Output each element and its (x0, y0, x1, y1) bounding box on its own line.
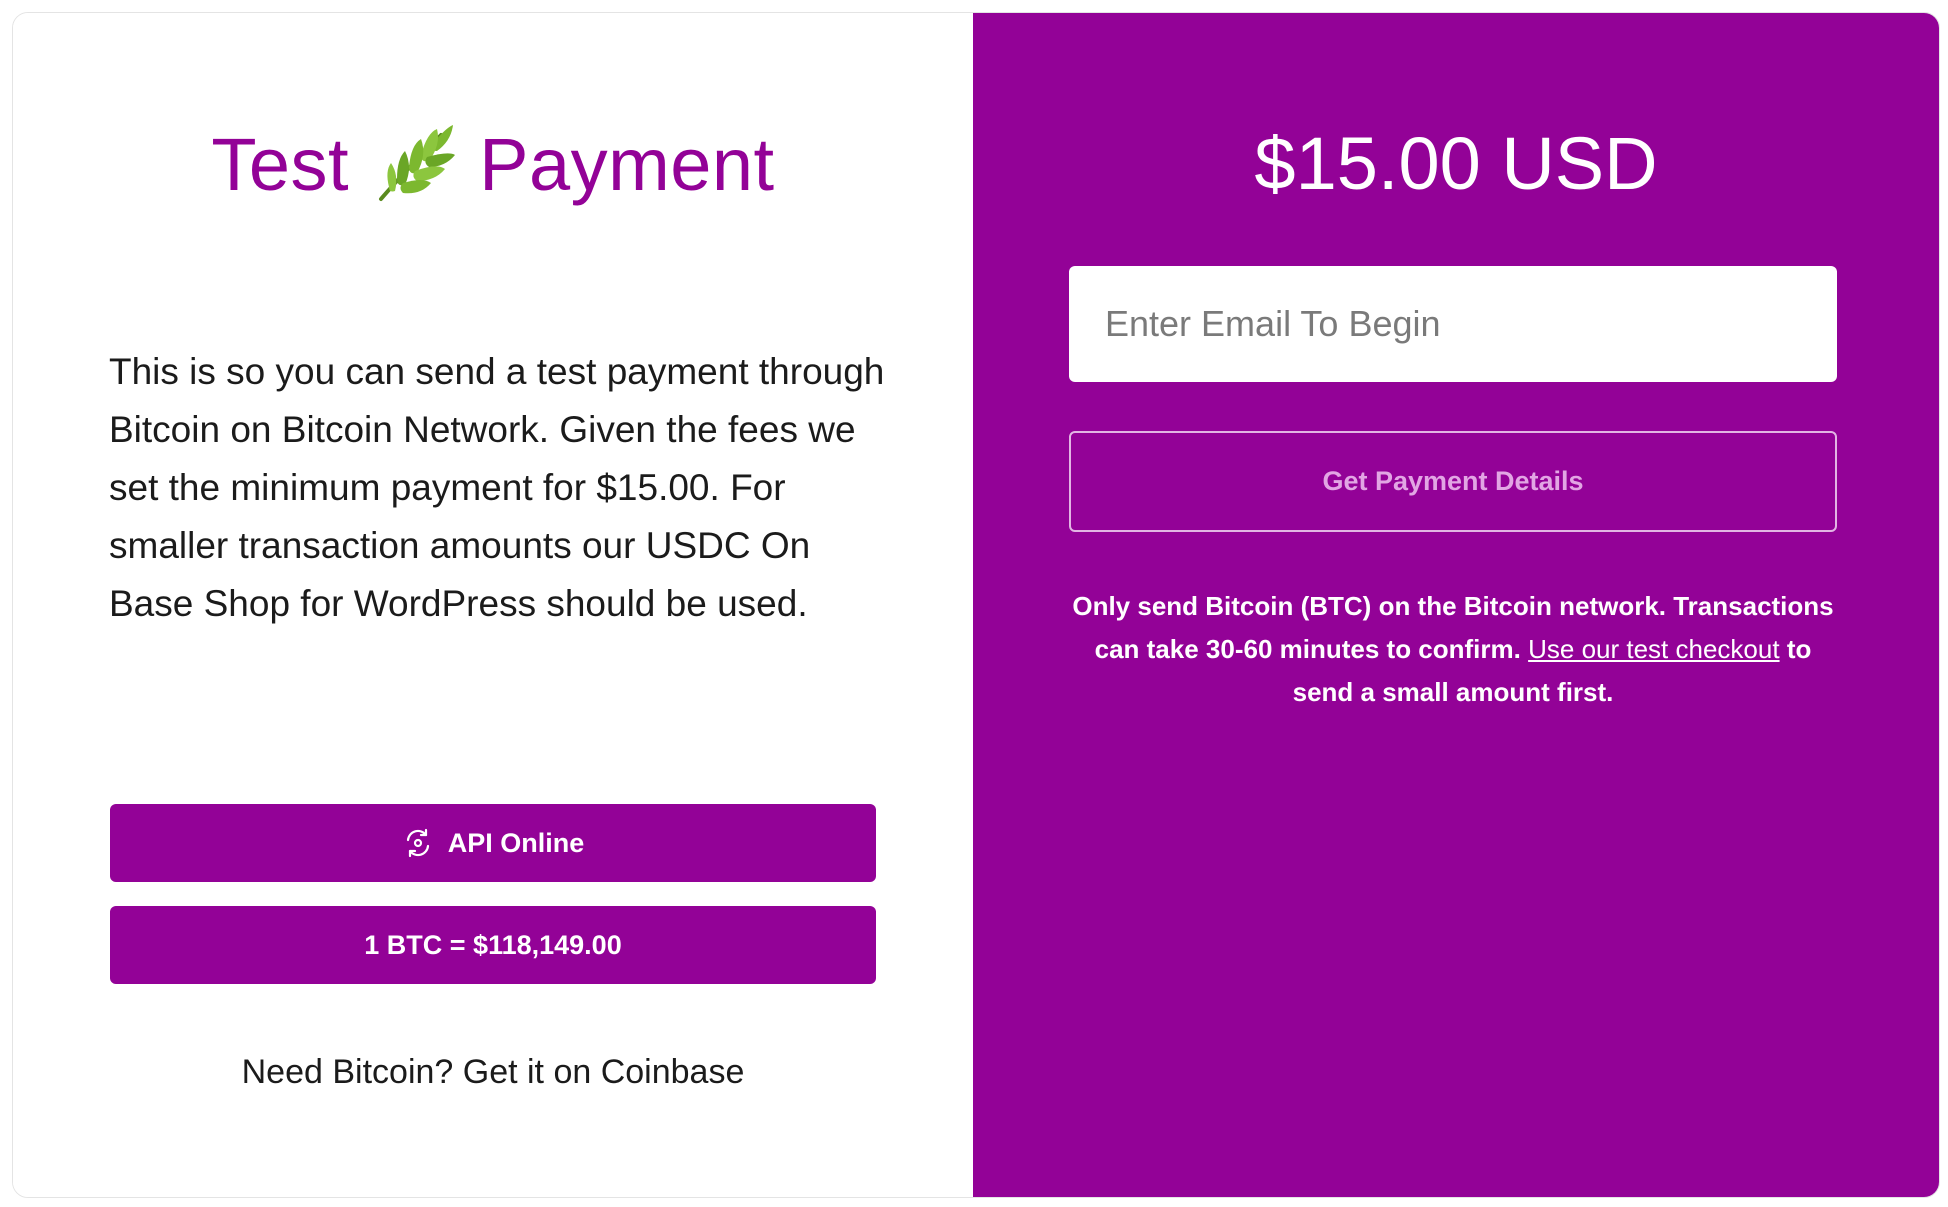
title-text-start: Test (211, 122, 350, 206)
payment-amount: $15.00 USD (1254, 122, 1658, 205)
payment-notice: Only send Bitcoin (BTC) on the Bitcoin n… (1069, 585, 1837, 714)
coinbase-link[interactable]: Need Bitcoin? Get it on Coinbase (13, 1053, 973, 1092)
title-text-end: Payment (479, 122, 775, 206)
email-input[interactable] (1069, 266, 1837, 382)
api-status-button[interactable]: API Online (110, 804, 876, 882)
leaf-icon (379, 125, 456, 201)
sync-icon (406, 828, 429, 858)
test-checkout-link[interactable]: Use our test checkout (1528, 634, 1779, 664)
payment-panel: $15.00 USD Get Payment Details Only send… (973, 13, 1939, 1197)
info-panel: Test Payment This is so you can send a t… (13, 13, 973, 1197)
btc-rate-button[interactable]: 1 BTC = $118,149.00 (110, 906, 876, 984)
payment-description: This is so you can send a test payment t… (109, 351, 885, 624)
page-title: Test Payment (13, 121, 973, 207)
btc-rate-label: 1 BTC = $118,149.00 (364, 929, 622, 960)
get-payment-details-button[interactable]: Get Payment Details (1069, 431, 1837, 532)
checkout-card: Test Payment This is so you can send a t… (12, 12, 1940, 1198)
api-status-label: API Online (447, 827, 585, 858)
